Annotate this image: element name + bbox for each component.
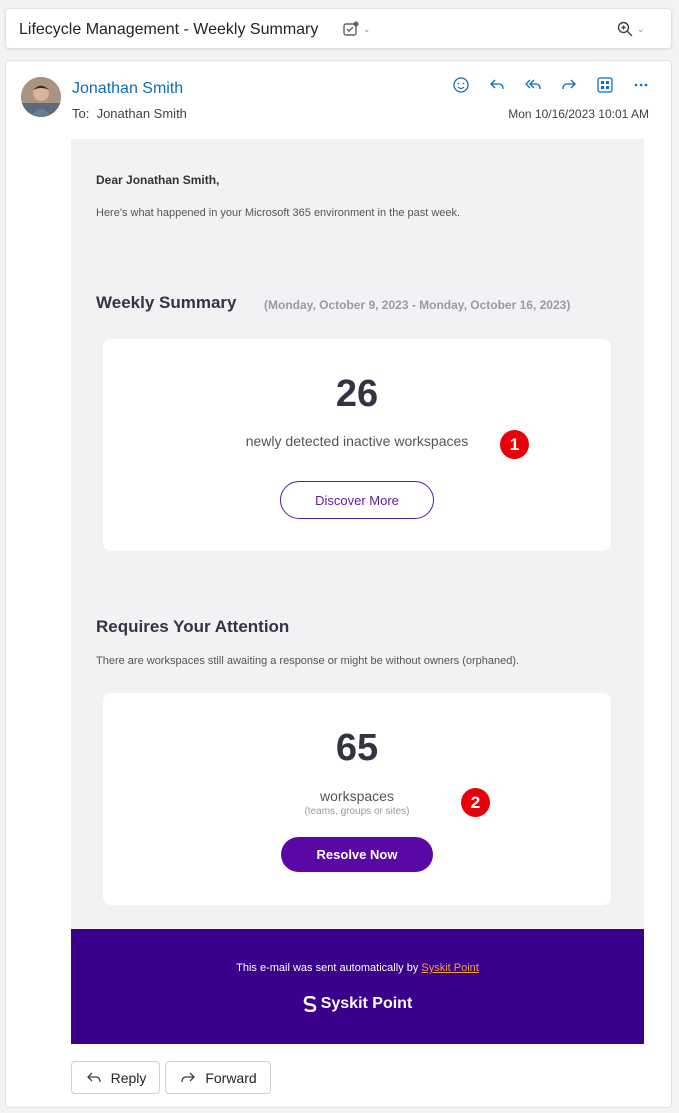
to-label: To:: [72, 106, 90, 121]
reply-button[interactable]: [487, 75, 507, 95]
workspaces-sublabel: (teams, groups or sites): [304, 806, 410, 817]
syskit-point-link[interactable]: Syskit Point: [421, 962, 478, 974]
syskit-logo-text: Syskit Point: [320, 995, 413, 1012]
resolve-now-button[interactable]: Resolve Now: [281, 837, 433, 872]
syskit-logo: Syskit Point: [71, 995, 644, 1013]
reply-bottom-button[interactable]: Reply: [71, 1061, 160, 1094]
inactive-count: 26: [335, 373, 379, 415]
discover-more-button[interactable]: Discover More: [280, 481, 434, 519]
footer-note: This e-mail was sent automatically by: [236, 962, 422, 974]
intro-text: Here's what happened in your Microsoft 3…: [96, 207, 461, 219]
reply-icon: [86, 1072, 101, 1082]
more-button[interactable]: [631, 75, 651, 95]
more-icon: [634, 83, 648, 87]
reply-icon: [490, 79, 504, 90]
forward-icon: [562, 79, 576, 90]
email-body: Dear Jonathan Smith, Here's what happene…: [71, 139, 644, 1044]
annotation-badge-2: 2: [461, 788, 490, 817]
forward-icon: [181, 1072, 196, 1082]
reply-all-icon: [525, 79, 541, 90]
reply-all-button[interactable]: [523, 75, 543, 95]
subject-bar: Lifecycle Management - Weekly Summary ⌄ …: [5, 8, 672, 49]
email-footer: This e-mail was sent automatically by Sy…: [71, 929, 644, 1044]
tag-check-icon: [343, 21, 359, 36]
sent-date: Mon 10/16/2023 10:01 AM: [508, 107, 649, 121]
forward-button[interactable]: [559, 75, 579, 95]
tag-dropdown[interactable]: ⌄: [342, 18, 371, 40]
greeting: Dear Jonathan Smith,: [96, 173, 220, 187]
emoji-button[interactable]: [451, 75, 471, 95]
apps-button[interactable]: [595, 75, 615, 95]
forward-bottom-button[interactable]: Forward: [165, 1061, 271, 1094]
emoji-icon: [453, 77, 469, 93]
attention-text: There are workspaces still awaiting a re…: [96, 655, 520, 667]
reply-label: Reply: [110, 1069, 147, 1086]
annotation-badge-1: 1: [500, 430, 529, 459]
attention-card: 65 workspaces (teams, groups or sites) R…: [103, 693, 611, 905]
inactive-label: newly detected inactive workspaces: [245, 433, 469, 449]
workspaces-count: 65: [335, 727, 379, 769]
chevron-down-icon: ⌄: [363, 23, 371, 34]
message-card: Jonathan Smith To: Jonathan Smith Mon 10…: [5, 60, 672, 1108]
weekly-date-range: (Monday, October 9, 2023 - Monday, Octob…: [264, 298, 571, 312]
message-actions: [451, 75, 651, 95]
weekly-summary-card: 26 newly detected inactive workspaces Di…: [103, 339, 611, 551]
sender-name[interactable]: Jonathan Smith: [72, 80, 183, 98]
zoom-in-icon: [617, 21, 633, 37]
weekly-summary-title: Weekly Summary: [96, 293, 237, 312]
chevron-down-icon: ⌄: [637, 23, 645, 34]
apps-icon: [597, 77, 613, 93]
recipient-line: To: Jonathan Smith: [72, 106, 187, 121]
syskit-logo-icon: [303, 996, 317, 1012]
forward-label: Forward: [205, 1069, 257, 1086]
avatar[interactable]: [21, 77, 61, 117]
footer-text: This e-mail was sent automatically by Sy…: [71, 962, 644, 974]
attention-title: Requires Your Attention: [96, 617, 290, 636]
subject-title: Lifecycle Management - Weekly Summary: [19, 21, 319, 38]
workspaces-label: workspaces: [320, 788, 394, 804]
zoom-dropdown[interactable]: ⌄: [616, 18, 645, 40]
recipient-name[interactable]: Jonathan Smith: [97, 106, 187, 121]
